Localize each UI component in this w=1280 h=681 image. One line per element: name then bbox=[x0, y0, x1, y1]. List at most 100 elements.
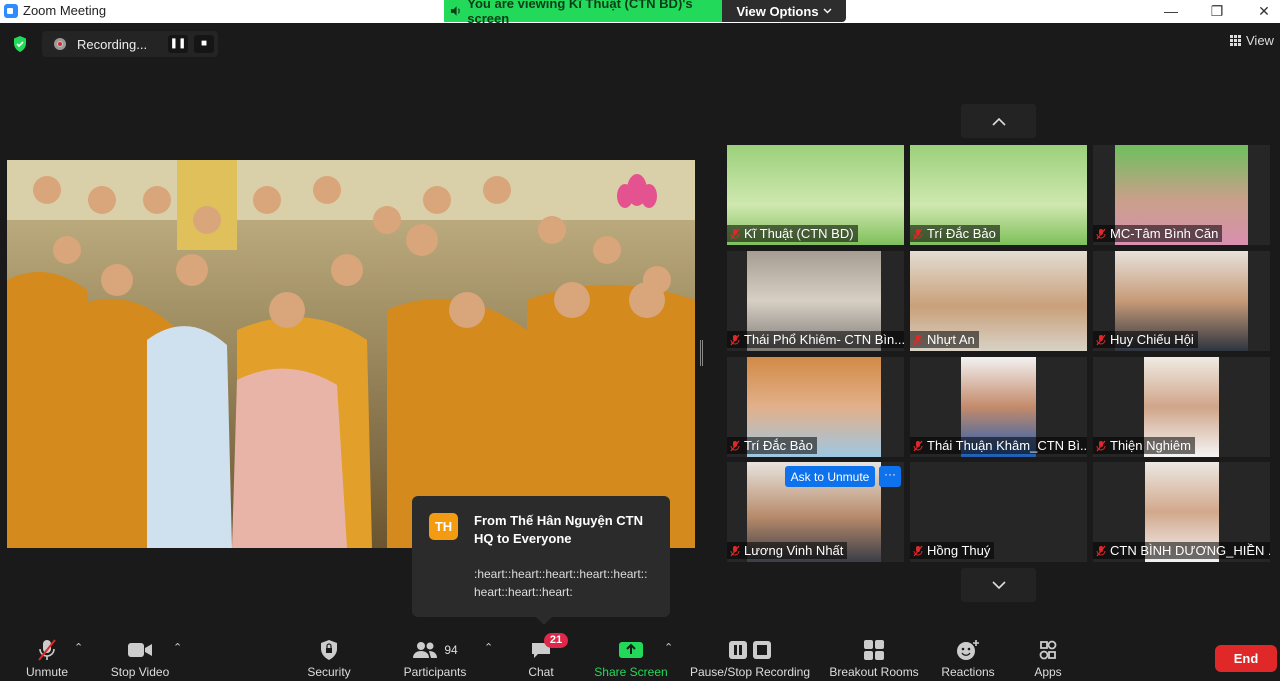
share-screen-label: Share Screen bbox=[594, 665, 668, 679]
participant-name-tag: Thái Thuận Khâm_CTN Bì... bbox=[910, 437, 1087, 454]
speaker-icon bbox=[450, 6, 460, 16]
chat-notification[interactable]: TH From Thế Hân Nguyện CTN HQ to Everyon… bbox=[412, 496, 670, 625]
resize-handle[interactable] bbox=[700, 340, 703, 366]
viewing-screen-banner: You are viewing Kĩ Thuật (CTN BD)'s scre… bbox=[444, 0, 722, 26]
participant-name-tag: Thái Phổ Khiêm- CTN Bìn... bbox=[727, 331, 904, 348]
apps-label: Apps bbox=[1034, 665, 1062, 679]
security-shield-icon bbox=[321, 640, 337, 660]
participant-name-tag: Hồng Thuý bbox=[910, 542, 995, 559]
shared-screen-content bbox=[7, 160, 695, 548]
reactions-button[interactable]: Reactions bbox=[938, 628, 998, 681]
muted-mic-icon bbox=[913, 334, 923, 345]
participant-name-tag: MC-Tâm Bình Căn bbox=[1093, 225, 1223, 242]
zoom-logo-icon bbox=[4, 3, 18, 18]
recording-label: Recording... bbox=[77, 36, 148, 52]
chat-sender: From Thế Hân Nguyện CTN HQ to Everyone bbox=[474, 513, 644, 546]
participants-caret-icon[interactable]: ⌃ bbox=[484, 641, 493, 654]
video-camera-icon bbox=[128, 643, 152, 657]
gallery-down-button[interactable] bbox=[961, 568, 1036, 602]
participant-name: Thiện Nghiêm bbox=[1110, 438, 1191, 453]
participants-button[interactable]: 94 Participants bbox=[400, 628, 470, 681]
participant-tile[interactable]: Huy Chiếu Hội bbox=[1093, 251, 1270, 351]
breakout-rooms-label: Breakout Rooms bbox=[829, 665, 919, 679]
banner-text: You are viewing Kĩ Thuật (CTN BD)'s scre… bbox=[467, 0, 693, 26]
participant-tile[interactable]: Trí Đắc Bảo bbox=[727, 357, 904, 457]
muted-mic-icon bbox=[730, 440, 740, 451]
muted-mic-icon bbox=[913, 228, 923, 239]
participant-tile[interactable]: CTN BÌNH DƯƠNG_HIỀN ... bbox=[1093, 462, 1270, 562]
participant-name: Hồng Thuý bbox=[927, 543, 991, 558]
unmute-label: Unmute bbox=[25, 665, 69, 679]
participant-tile[interactable]: Thiện Nghiêm bbox=[1093, 357, 1270, 457]
stop-recording-button[interactable]: ■ bbox=[194, 35, 214, 53]
participant-name: Nhựt An bbox=[927, 332, 975, 347]
participant-name: Lương Vinh Nhất bbox=[744, 543, 844, 558]
muted-mic-icon bbox=[1096, 334, 1106, 345]
more-options-button[interactable]: ··· bbox=[879, 466, 901, 487]
unmute-button[interactable]: Unmute bbox=[18, 628, 76, 681]
gallery-up-button[interactable] bbox=[961, 104, 1036, 138]
maximize-button[interactable]: ❐ bbox=[1197, 2, 1237, 20]
reactions-label: Reactions bbox=[941, 665, 995, 679]
chevron-up-icon bbox=[991, 117, 1006, 126]
meeting-toolbar: Unmute ⌃ Stop Video ⌃ Security 94 Partic… bbox=[0, 628, 1280, 681]
chat-unread-badge: 21 bbox=[544, 633, 568, 648]
participant-tile[interactable]: MC-Tâm Bình Căn bbox=[1093, 145, 1270, 245]
participant-tile[interactable]: Trí Đắc Bảo bbox=[910, 145, 1087, 245]
participants-label: Participants bbox=[403, 665, 467, 679]
app-title: Zoom Meeting bbox=[4, 3, 106, 18]
smiley-plus-icon bbox=[957, 640, 979, 660]
muted-mic-icon bbox=[913, 545, 923, 556]
participant-tile[interactable]: Kĩ Thuật (CTN BD) bbox=[727, 145, 904, 245]
apps-icon bbox=[1039, 640, 1057, 660]
security-label: Security bbox=[307, 665, 351, 679]
muted-mic-icon bbox=[913, 440, 923, 451]
security-button[interactable]: Security bbox=[300, 628, 358, 681]
participant-name-tag: CTN BÌNH DƯƠNG_HIỀN ... bbox=[1093, 542, 1270, 559]
muted-mic-icon bbox=[730, 334, 740, 345]
view-label: View bbox=[1246, 33, 1274, 48]
muted-mic-icon bbox=[730, 545, 740, 556]
minimize-button[interactable]: — bbox=[1151, 2, 1191, 20]
participant-name: Thái Phổ Khiêm- CTN Bìn... bbox=[744, 332, 904, 347]
stop-video-label: Stop Video bbox=[110, 665, 170, 679]
view-options-label: View Options bbox=[736, 3, 819, 19]
participant-name: Trí Đắc Bảo bbox=[927, 226, 996, 241]
encryption-shield-icon[interactable] bbox=[12, 35, 28, 53]
stop-icon bbox=[753, 641, 771, 659]
participant-name: MC-Tâm Bình Căn bbox=[1110, 226, 1219, 241]
apps-button[interactable]: Apps bbox=[1026, 628, 1070, 681]
participant-name: Thái Thuận Khâm_CTN Bì... bbox=[927, 438, 1087, 453]
stop-video-button[interactable]: Stop Video bbox=[104, 628, 176, 681]
breakout-rooms-icon bbox=[864, 640, 884, 660]
pause-stop-recording-button[interactable]: Pause/Stop Recording bbox=[686, 628, 814, 681]
recording-indicator: Recording... ❚❚ ■ bbox=[42, 31, 218, 57]
view-options-button[interactable]: View Options bbox=[722, 0, 846, 22]
participant-name: Huy Chiếu Hội bbox=[1110, 332, 1194, 347]
participant-tile[interactable]: Thái Thuận Khâm_CTN Bì... bbox=[910, 357, 1087, 457]
end-meeting-button[interactable]: End bbox=[1215, 645, 1277, 672]
participant-name-tag: Lương Vinh Nhất bbox=[727, 542, 848, 559]
participant-tile[interactable]: Thái Phổ Khiêm- CTN Bìn... bbox=[727, 251, 904, 351]
share-options-caret-icon[interactable]: ⌃ bbox=[664, 641, 673, 654]
avatar: TH bbox=[429, 513, 458, 540]
participant-tile[interactable]: Nhựt An bbox=[910, 251, 1087, 351]
share-screen-button[interactable]: Share Screen bbox=[592, 628, 670, 681]
close-button[interactable]: ✕ bbox=[1244, 2, 1280, 20]
breakout-rooms-button[interactable]: Breakout Rooms bbox=[826, 628, 922, 681]
pause-recording-button[interactable]: ❚❚ bbox=[168, 35, 188, 53]
participant-name-tag: Thiện Nghiêm bbox=[1093, 437, 1195, 454]
pause-icon bbox=[729, 641, 747, 659]
microphone-muted-icon bbox=[38, 639, 56, 661]
participant-name-tag: Trí Đắc Bảo bbox=[910, 225, 1000, 242]
pause-stop-recording-label: Pause/Stop Recording bbox=[689, 665, 811, 679]
muted-mic-icon bbox=[1096, 228, 1106, 239]
participant-tile[interactable]: Hồng Thuý bbox=[910, 462, 1087, 562]
view-button[interactable]: View bbox=[1230, 33, 1274, 48]
video-options-caret-icon[interactable]: ⌃ bbox=[173, 641, 182, 654]
participant-name: CTN BÌNH DƯƠNG_HIỀN ... bbox=[1110, 543, 1270, 558]
audio-options-caret-icon[interactable]: ⌃ bbox=[74, 641, 83, 654]
participant-name-tag: Huy Chiếu Hội bbox=[1093, 331, 1198, 348]
chevron-down-icon bbox=[823, 8, 832, 14]
ask-to-unmute-button[interactable]: Ask to Unmute bbox=[785, 466, 875, 487]
